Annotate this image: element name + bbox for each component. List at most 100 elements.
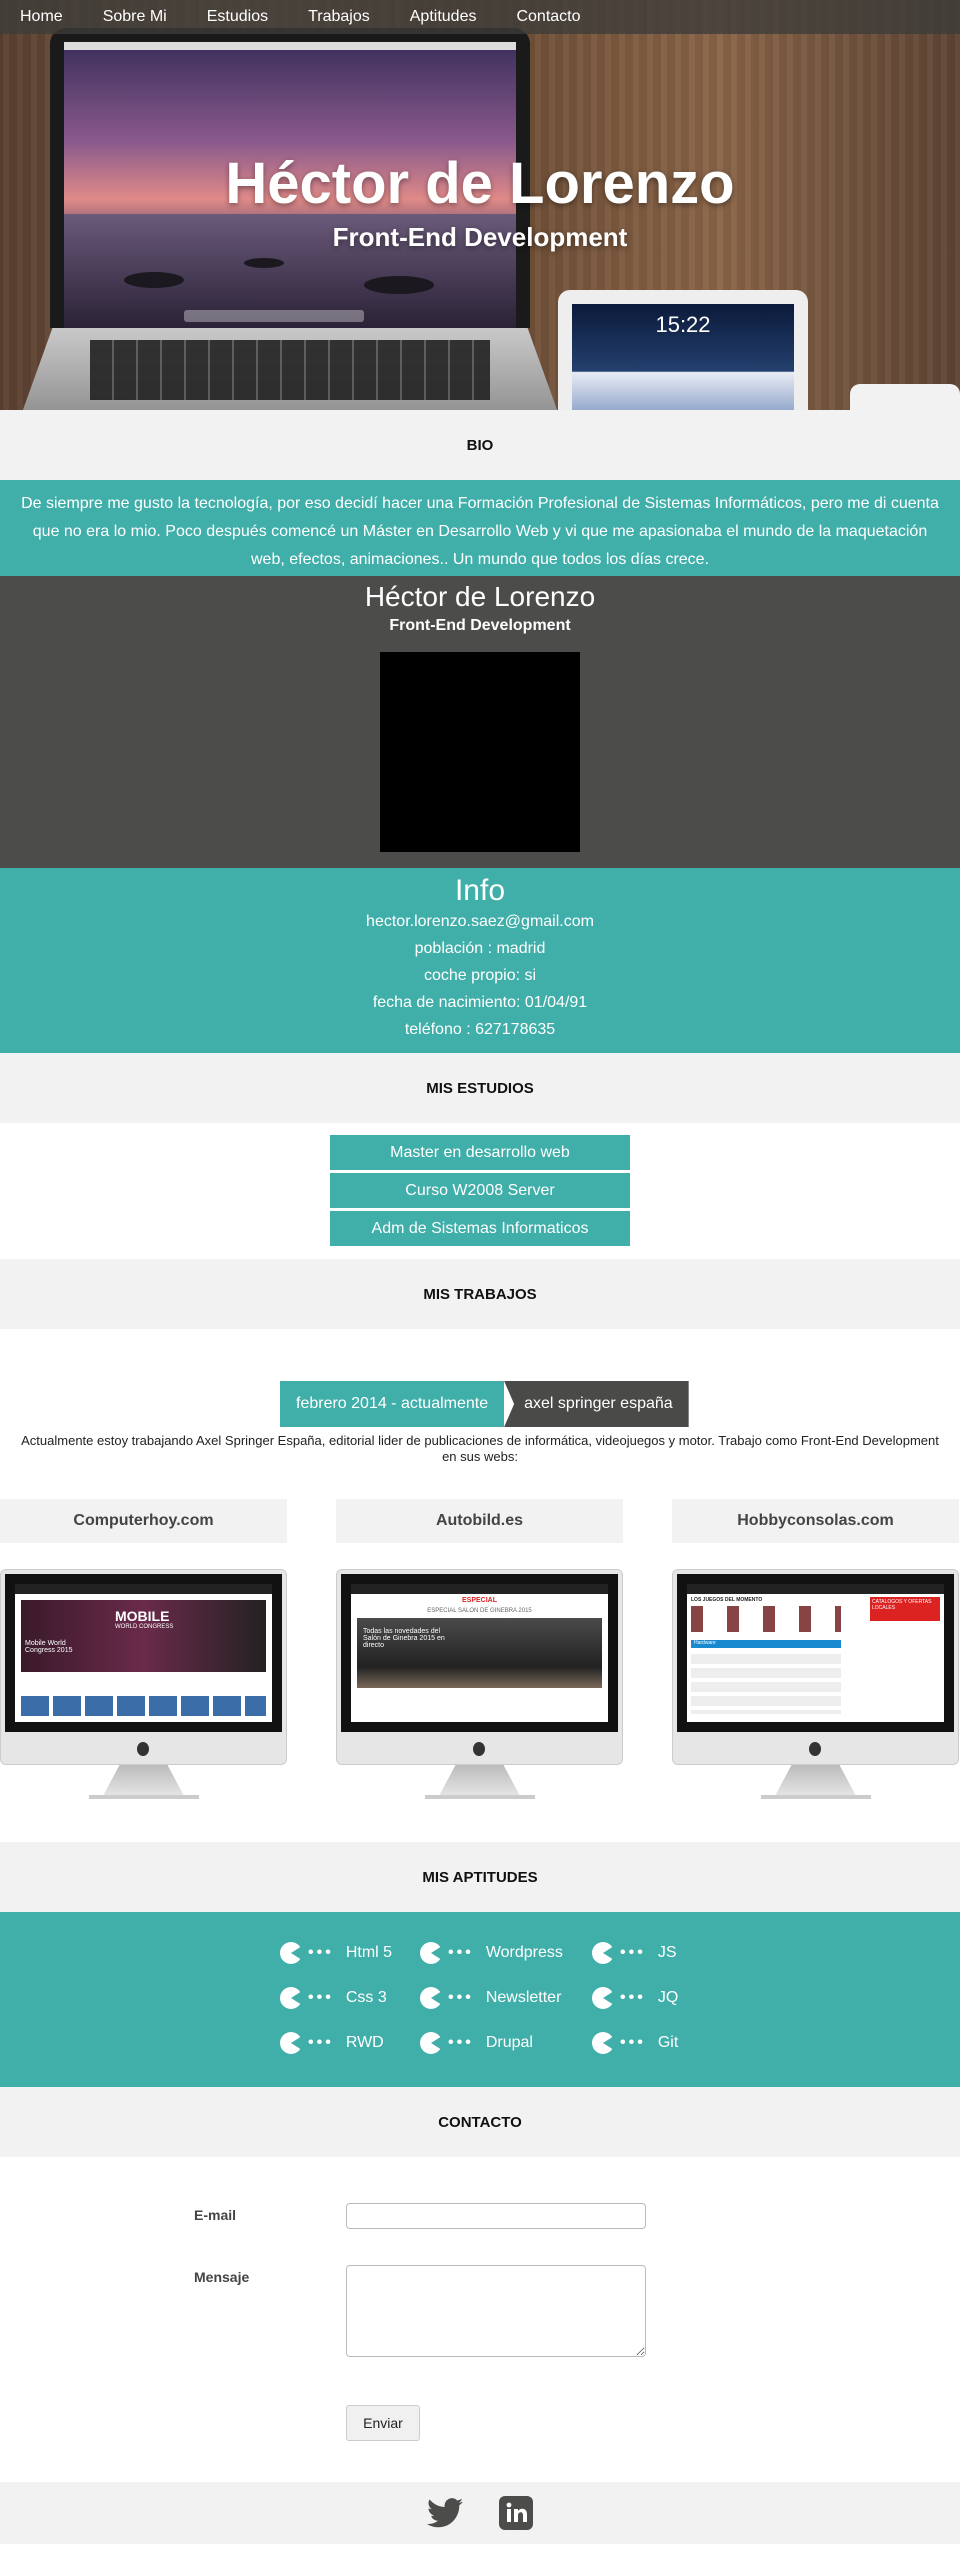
menu-bar (64, 42, 516, 50)
site-hobbyconsolas: Hobbyconsolas.com LOS JUEGOS DEL MOMENTO… (672, 1499, 959, 1799)
dots-icon: ••• (448, 1989, 474, 2006)
site-screenshot: ESPECIAL ESPECIAL SALON DE GINEBRA 2015 … (351, 1584, 608, 1722)
shot-title: ESPECIAL (461, 1597, 497, 1604)
imac-foot (88, 1795, 199, 1799)
imac-foot (760, 1795, 871, 1799)
shot-covers (691, 1606, 841, 1632)
site-name[interactable]: Computerhoy.com (0, 1499, 287, 1543)
imac-body: MOBILE WORLD CONGRESS Mobile World Congr… (0, 1569, 287, 1765)
shot-list (691, 1654, 841, 1714)
rock (244, 258, 284, 268)
shot-nav (351, 1584, 608, 1594)
job-tag: febrero 2014 - actualmente axel springer… (280, 1381, 689, 1427)
site-screenshot: LOS JUEGOS DEL MOMENTO CATALOGOS Y OFERT… (687, 1584, 944, 1722)
info-poblacion: población : madrid (414, 940, 546, 957)
shot-caption: Todas las novedades del Salón de Ginebra… (363, 1628, 445, 1649)
imac-foot (424, 1795, 535, 1799)
imac-display: ESPECIAL ESPECIAL SALON DE GINEBRA 2015 … (341, 1574, 618, 1732)
info-title: Info (454, 874, 506, 907)
shot-subtitle: ESPECIAL SALON DE GINEBRA 2015 (427, 1608, 532, 1614)
job-period: febrero 2014 - actualmente (280, 1381, 505, 1427)
site-name[interactable]: Autobild.es (336, 1499, 623, 1543)
bio-text: De siempre me gusto la tecnología, por e… (0, 480, 960, 576)
send-button[interactable]: Enviar (346, 2405, 420, 2441)
estudio-item[interactable]: Adm de Sistemas Informaticos (330, 1211, 630, 1246)
skill-item: ••• Wordpress (420, 1942, 563, 1964)
trabajos-section: febrero 2014 - actualmente axel springer… (0, 1329, 960, 1842)
bio-heading: BIO (0, 410, 960, 480)
profile-role: Front-End Development (389, 617, 571, 634)
nav-aptitudes[interactable]: Aptitudes (410, 8, 477, 26)
imac-mockup[interactable]: ESPECIAL ESPECIAL SALON DE GINEBRA 2015 … (336, 1569, 623, 1799)
skill-label: Css 3 (345, 1989, 387, 2006)
phone-image (850, 384, 960, 410)
hero-title: Héctor de Lorenzo (225, 151, 735, 216)
tablet-clock: 15:22 (655, 312, 711, 337)
rock (124, 272, 184, 288)
nav-estudios[interactable]: Estudios (207, 8, 268, 26)
skill-item: ••• JS (592, 1942, 676, 1964)
keys (90, 340, 490, 400)
site-computerhoy: Computerhoy.com MOBILE WORLD CONGRESS Mo… (0, 1499, 287, 1799)
imac-stand (439, 1765, 520, 1795)
imac-body: LOS JUEGOS DEL MOMENTO CATALOGOS Y OFERT… (672, 1569, 959, 1765)
pacman-icon (280, 1987, 302, 2009)
nav-trabajos[interactable]: Trabajos (308, 8, 370, 26)
info-telefono: teléfono : 627178635 (404, 1021, 556, 1038)
pacman-icon (280, 1942, 302, 1964)
job-company: axel springer españa (504, 1381, 689, 1427)
dots-icon: ••• (448, 2034, 474, 2051)
skill-item: ••• Css 3 (280, 1987, 387, 2009)
profile-card: Héctor de Lorenzo Front-End Development (0, 576, 960, 868)
imac-display: MOBILE WORLD CONGRESS Mobile World Congr… (5, 1574, 282, 1732)
skill-label: Newsletter (485, 1989, 562, 2006)
message-field[interactable] (346, 2265, 646, 2357)
imac-stand (103, 1765, 184, 1795)
imac-mockup[interactable]: LOS JUEGOS DEL MOMENTO CATALOGOS Y OFERT… (672, 1569, 959, 1799)
skill-item: ••• Html 5 (280, 1942, 392, 1964)
nav-contacto[interactable]: Contacto (516, 8, 580, 26)
dots-icon: ••• (620, 1944, 646, 1961)
estudio-item[interactable]: Curso W2008 Server (330, 1173, 630, 1208)
estudios-heading: MIS ESTUDIOS (0, 1053, 960, 1123)
skill-label: Html 5 (345, 1944, 393, 1961)
linkedin-icon[interactable] (499, 2496, 533, 2530)
shot-caption: Hardware (691, 1640, 841, 1648)
apple-logo-icon (137, 1742, 149, 1756)
hero-subtitle: Front-End Development (332, 222, 628, 252)
info-section: Info hector.lorenzo.saez@gmail.com pobla… (0, 868, 960, 1053)
dots-icon: ••• (308, 1944, 334, 1961)
contacto-heading: CONTACTO (0, 2087, 960, 2157)
apple-logo-icon (473, 1742, 485, 1756)
estudios-list: Master en desarrollo web Curso W2008 Ser… (0, 1123, 960, 1259)
shot-nav (687, 1584, 944, 1594)
pacman-icon (592, 2032, 614, 2054)
pacman-icon (592, 1987, 614, 2009)
nav-sobre-mi[interactable]: Sobre Mi (103, 8, 167, 26)
pacman-icon (420, 2032, 442, 2054)
footer (0, 2482, 960, 2544)
apple-logo-icon (809, 1742, 821, 1756)
skill-label: Wordpress (485, 1944, 563, 1961)
shot-caption: Mobile World Congress 2015 (25, 1640, 73, 1654)
job-description: Actualmente estoy trabajando Axel Spring… (21, 1433, 939, 1464)
twitter-icon[interactable] (427, 2498, 463, 2528)
imac-mockup[interactable]: MOBILE WORLD CONGRESS Mobile World Congr… (0, 1569, 287, 1799)
pacman-icon (280, 2032, 302, 2054)
skill-label: JS (657, 1944, 677, 1961)
site-name[interactable]: Hobbyconsolas.com (672, 1499, 959, 1543)
estudio-item[interactable]: Master en desarrollo web (330, 1135, 630, 1170)
email-label: E-mail (194, 2207, 237, 2223)
dots-icon: ••• (308, 2034, 334, 2051)
shot-row (21, 1696, 266, 1716)
message-label: Mensaje (194, 2269, 250, 2285)
email-field[interactable] (346, 2203, 646, 2229)
tablet-image: 15:22 (558, 290, 808, 410)
dots-icon: ••• (448, 1944, 474, 1961)
dots-icon: ••• (620, 1989, 646, 2006)
nav-home[interactable]: Home (20, 8, 63, 26)
info-email: hector.lorenzo.saez@gmail.com (366, 913, 594, 930)
pacman-icon (592, 1942, 614, 1964)
hero-banner: 15:22 Héctor de Lorenzo Front-End Develo… (0, 0, 960, 410)
shot-subtitle: CATALOGOS Y OFERTAS LOCALES (870, 1597, 940, 1621)
